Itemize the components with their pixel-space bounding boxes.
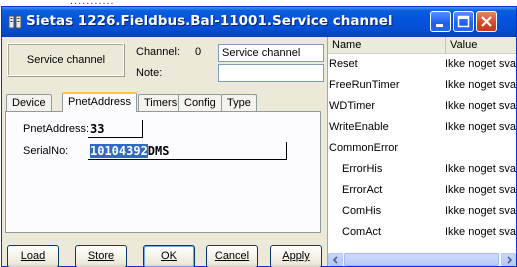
maximize-button[interactable] [453,11,474,32]
minimize-icon [436,24,443,27]
channel-label: Channel: [136,46,181,58]
channel-number: 0 [195,46,202,58]
service-channel-box: Service channel [7,43,125,77]
scroll-thumb[interactable] [344,253,499,266]
app-icon [8,15,22,29]
cancel-button[interactable]: Cancel [206,245,258,267]
channel-name-field[interactable]: Service channel [218,44,324,62]
chevron-left-icon [332,256,338,264]
service-channel-window: Sietas 1226.Fieldbus.Bal-11001.Service c… [1,6,517,267]
properties-pane: Service channel Channel: 0 Service chann… [2,37,326,267]
minimize-button[interactable] [430,11,451,32]
ok-button[interactable]: OK [143,245,195,267]
apply-button[interactable]: Apply [270,245,322,267]
signal-list-pane: Name Value Reset Ikke noget svar FreeRun… [327,37,516,266]
scroll-left-button[interactable] [328,253,343,266]
store-button[interactable]: Store [75,245,127,267]
tab-timers[interactable]: Timers [138,94,184,111]
list-header: Name Value [328,37,516,54]
list-row[interactable]: WDTimer Ikke noget svar [328,96,516,116]
pnet-address-field[interactable]: 33 [88,120,143,138]
pnet-address-value: 33 [90,122,105,136]
window-title: Sietas 1226.Fieldbus.Bal-11001.Service c… [26,13,393,29]
serial-no-label: SerialNo: [23,145,69,157]
serial-no-rest-text: DMS [147,144,170,158]
pnet-address-label: PnetAddress: [23,123,90,135]
tab-config[interactable]: Config [178,94,222,111]
note-label: Note: [136,67,163,79]
tab-device[interactable]: Device [6,94,52,111]
list-row[interactable]: ErrorAct Ikke noget svar [328,180,516,200]
scroll-right-button[interactable] [501,253,516,266]
load-button[interactable]: Load [7,245,59,267]
list-row[interactable]: ComHis Ikke noget svar [328,201,516,221]
close-icon [481,16,492,27]
list-row[interactable]: ComAct Ikke noget svar [328,222,516,242]
pnetaddress-panel: PnetAddress: 33 SerialNo: 10104392DMS [5,111,321,233]
close-button[interactable] [476,11,497,32]
list-row-group[interactable]: CommonError [328,138,516,158]
serial-no-selected-text: 10104392 [90,144,148,158]
title-bar[interactable]: Sietas 1226.Fieldbus.Bal-11001.Service c… [2,7,516,37]
list-row[interactable]: Reset Ikke noget svar [328,54,516,74]
note-field[interactable] [218,64,324,82]
tab-pnetaddress[interactable]: PnetAddress [62,92,137,112]
column-header-value[interactable]: Value [446,37,516,54]
list-row[interactable]: FreeRunTimer Ikke noget svar [328,75,516,95]
column-header-name[interactable]: Name [328,37,446,54]
maximize-icon [457,15,470,28]
horizontal-scrollbar[interactable] [328,253,516,266]
serial-no-field[interactable]: 10104392DMS [88,142,287,160]
list-row[interactable]: ErrorHis Ikke noget svar [328,159,516,179]
list-row[interactable]: WriteEnable Ikke noget svar [328,117,516,137]
chevron-right-icon [507,256,513,264]
service-channel-label: Service channel [26,54,106,66]
tab-type[interactable]: Type [221,94,257,111]
